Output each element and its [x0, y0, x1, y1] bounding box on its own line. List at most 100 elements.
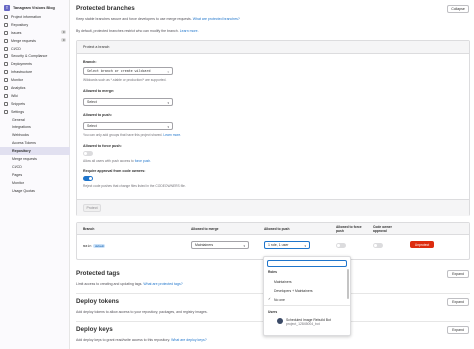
- project-header[interactable]: T Tanagram Visions Blog: [4, 5, 55, 11]
- settings-sub-pages[interactable]: Pages: [0, 171, 70, 179]
- toggle-knob: [83, 151, 88, 156]
- codeowner-toggle[interactable]: [83, 176, 93, 181]
- table-row-branch: main default: [83, 244, 106, 248]
- protected-branches-table: Branch Allowed to merge Allowed to push …: [76, 222, 470, 260]
- sidebar-nav: Project information Repository Issues 0 M…: [0, 13, 70, 194]
- sidebar-item-wiki[interactable]: Wiki: [0, 92, 70, 100]
- row-codeowner-toggle[interactable]: [373, 243, 383, 248]
- force-push-toggle[interactable]: [83, 151, 93, 156]
- branch-label: Branch:: [83, 60, 97, 64]
- protected-branches-title: Protected branches: [76, 5, 135, 12]
- sidebar-item-cicd[interactable]: CI/CD: [0, 45, 70, 53]
- unprotect-button[interactable]: Unprotect: [410, 241, 434, 248]
- info-icon: [4, 14, 8, 19]
- protected-tags-desc: Limit access to creating and updating ta…: [76, 282, 183, 286]
- chevron-down-icon: ▾: [304, 244, 306, 248]
- check-icon: ✓: [268, 297, 271, 301]
- dropdown-scrollbar[interactable]: [347, 269, 349, 299]
- merge-label: Allowed to merge:: [83, 89, 115, 93]
- settings-sub-usage-quotas[interactable]: Usage Quotas: [0, 187, 70, 195]
- dropdown-user-item[interactable]: Scheduled Image Rebuild Bot project_1284…: [286, 318, 331, 326]
- push-select[interactable]: Select ▾: [83, 122, 173, 130]
- settings-sub-webhooks[interactable]: Webhooks: [0, 131, 70, 139]
- settings-sub-cicd[interactable]: CI/CD: [0, 163, 70, 171]
- codeowner-help: Reject code pushes that change files lis…: [83, 184, 186, 188]
- project-avatar: T: [4, 5, 10, 11]
- sidebar-item-security[interactable]: Security & Compliance: [0, 52, 70, 60]
- issues-icon: [4, 30, 8, 35]
- column-header-codeowner: Code owner approval: [373, 225, 392, 233]
- deployments-icon: [4, 62, 8, 67]
- count-badge: 0: [61, 38, 66, 43]
- sidebar-item-label: Deployments: [11, 62, 32, 67]
- card-footer: [77, 199, 469, 216]
- settings-sub-repository[interactable]: Repository: [0, 147, 70, 156]
- settings-sub-merge-requests[interactable]: Merge requests: [0, 155, 70, 163]
- merge-select[interactable]: Select ▾: [83, 98, 173, 106]
- sidebar-item-label: Settings: [11, 109, 24, 114]
- sidebar-item-monitor[interactable]: Monitor: [0, 76, 70, 84]
- sidebar-item-analytics[interactable]: Analytics: [0, 84, 70, 92]
- chevron-down-icon: ▾: [167, 125, 169, 129]
- sidebar-item-label: Security & Compliance: [11, 54, 48, 59]
- row-merge-select[interactable]: Maintainers ▾: [191, 241, 249, 249]
- sidebar-item-merge-requests[interactable]: Merge requests 0: [0, 37, 70, 45]
- settings-sub-access-tokens[interactable]: Access Tokens: [0, 139, 70, 147]
- chevron-down-icon: ▾: [167, 101, 169, 105]
- deploy-keys-title: Deploy keys: [76, 326, 113, 333]
- default-protection-note: By default, protected branches restrict …: [76, 29, 199, 33]
- protected-branches-link[interactable]: What are protected branches?: [193, 17, 240, 21]
- sidebar-item-label: Issues: [11, 30, 22, 35]
- sidebar-item-label: Project information: [11, 14, 41, 19]
- branch-select[interactable]: Select branch or create wildcard ▾: [83, 67, 173, 75]
- force-push-link[interactable]: force push.: [135, 159, 151, 163]
- deploy-keys-link[interactable]: What are deploy keys?: [171, 338, 207, 342]
- learn-more-link[interactable]: Learn more.: [180, 29, 199, 33]
- merge-select-value: Select: [87, 100, 97, 104]
- row-merge-value: Maintainers: [195, 243, 214, 247]
- protected-branches-desc: Keep stable branches secure and force de…: [76, 17, 240, 21]
- sidebar-item-issues[interactable]: Issues 0: [0, 29, 70, 37]
- dropdown-role-no-one[interactable]: No one: [274, 298, 285, 302]
- card-header: Protect a branch: [77, 41, 469, 54]
- row-force-push-toggle[interactable]: [336, 243, 346, 248]
- branch-name: main: [83, 244, 92, 248]
- sidebar-item-project-information[interactable]: Project information: [0, 13, 70, 21]
- row-push-value: 1 role, 1 user: [268, 243, 289, 247]
- force-push-help: Allow all users with push access to forc…: [83, 159, 151, 163]
- branch-select-value: Select branch or create wildcard: [87, 69, 151, 73]
- card-header-title: Protect a branch: [83, 45, 110, 49]
- dropdown-role-maintainers[interactable]: Maintainers: [274, 280, 292, 284]
- toggle-knob: [373, 243, 378, 248]
- codeowner-label: Require approval from code owners:: [83, 169, 146, 173]
- user-avatar: [277, 318, 283, 324]
- settings-sub-general[interactable]: General: [0, 116, 70, 124]
- protect-button[interactable]: Protect: [83, 204, 101, 212]
- collapse-button[interactable]: Collapse: [447, 5, 469, 13]
- doc-icon: [4, 22, 8, 27]
- toggle-knob: [88, 176, 93, 181]
- chart-icon: [4, 85, 8, 90]
- deploy-keys-expand-button[interactable]: Expand: [447, 326, 469, 334]
- dropdown-search-input[interactable]: [267, 260, 347, 267]
- push-select-value: Select: [87, 124, 97, 128]
- protected-tags-link[interactable]: What are protected tags?: [143, 282, 182, 286]
- branch-help: Wildcards such as *-stable or production…: [83, 78, 167, 82]
- deploy-tokens-desc: Add deploy tokens to allow access to you…: [76, 310, 208, 314]
- sidebar-item-deployments[interactable]: Deployments: [0, 60, 70, 68]
- dropdown-role-developers-maintainers[interactable]: Developers + Maintainers: [274, 289, 313, 293]
- push-learn-more-link[interactable]: Learn more.: [163, 133, 181, 137]
- sidebar-item-settings[interactable]: Settings: [0, 108, 70, 116]
- count-badge: 0: [61, 30, 66, 35]
- sidebar-item-snippets[interactable]: Snippets: [0, 100, 70, 108]
- protect-branch-card: Protect a branch Branch: Select branch o…: [76, 40, 470, 216]
- force-push-label: Allowed to force push:: [83, 144, 122, 148]
- snippet-icon: [4, 101, 8, 106]
- sidebar-item-repository[interactable]: Repository: [0, 21, 70, 29]
- sidebar-item-infrastructure[interactable]: Infrastructure: [0, 68, 70, 76]
- row-push-select[interactable]: 1 role, 1 user ▾: [264, 241, 310, 249]
- settings-sub-integrations[interactable]: Integrations: [0, 123, 70, 131]
- protected-tags-expand-button[interactable]: Expand: [447, 270, 469, 278]
- deploy-tokens-expand-button[interactable]: Expand: [447, 298, 469, 306]
- settings-sub-monitor[interactable]: Monitor: [0, 179, 70, 187]
